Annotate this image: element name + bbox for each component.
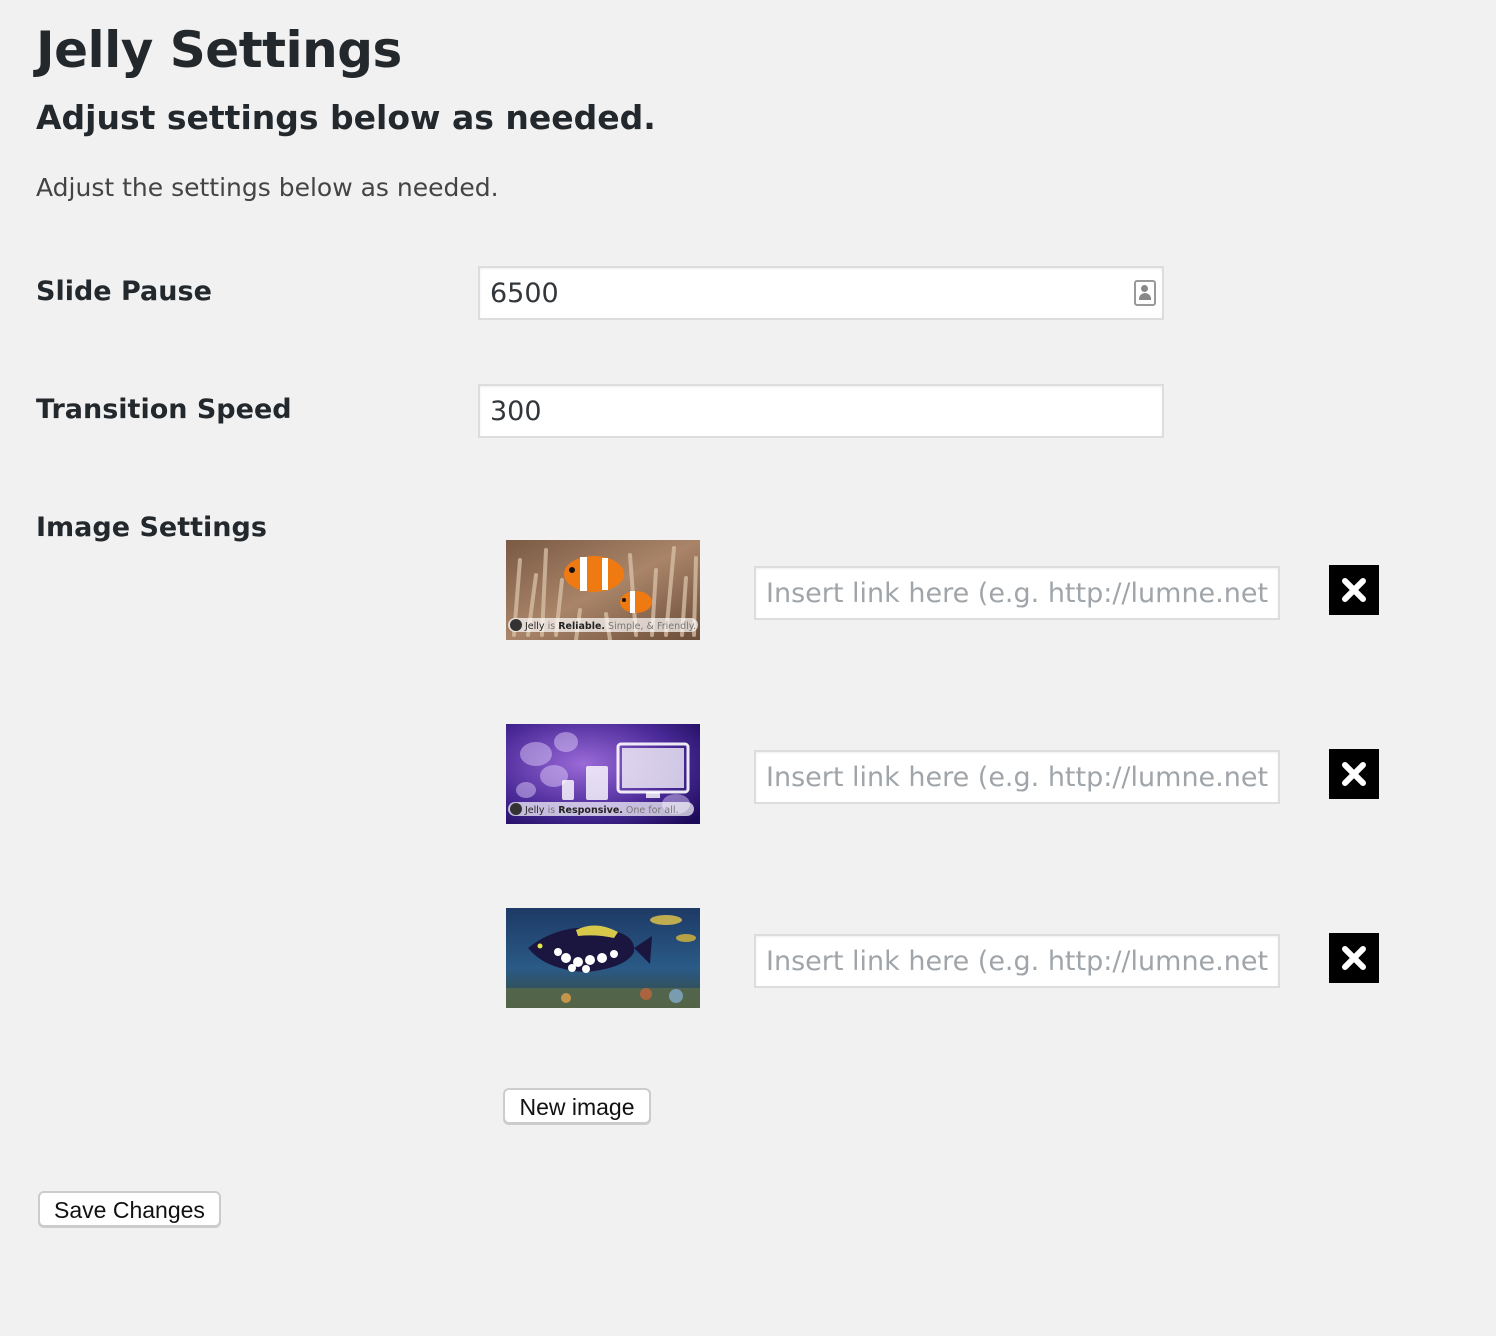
new-image-button[interactable]: New image xyxy=(503,1088,651,1124)
page-title: Jelly Settings xyxy=(36,21,402,79)
image-settings-label: Image Settings xyxy=(36,512,267,543)
slide-pause-input[interactable] xyxy=(478,266,1164,320)
svg-text:Jelly is Reliable.: Jelly is Reliable. Simple, & Friendly. xyxy=(524,621,696,632)
slide-pause-label: Slide Pause xyxy=(36,276,212,307)
contact-card-icon[interactable] xyxy=(1134,280,1156,306)
image-thumbnail-jellyfish: Jelly is Responsive. One for all. xyxy=(506,724,700,824)
caption-highlight: Responsive. xyxy=(558,805,623,816)
save-changes-button[interactable]: Save Changes xyxy=(38,1191,221,1227)
caption-is: is xyxy=(548,621,556,632)
svg-text:Jelly is Responsiv: Jelly is Responsive. One for all. xyxy=(524,805,679,816)
image-link-input-3[interactable] xyxy=(754,934,1280,988)
intro-text: Adjust the settings below as needed. xyxy=(36,173,499,202)
transition-speed-input[interactable] xyxy=(478,384,1164,438)
caption-brand: Jelly xyxy=(524,805,545,816)
caption-rest: One for all. xyxy=(626,805,679,816)
image-link-input-2[interactable] xyxy=(754,750,1280,804)
remove-image-button-1[interactable] xyxy=(1329,565,1379,615)
close-icon xyxy=(1342,578,1366,602)
image-thumbnail-clownfish: Jelly is Reliable. Simple, & Friendly. xyxy=(506,540,700,640)
remove-image-button-2[interactable] xyxy=(1329,749,1379,799)
image-thumbnail-triggerfish xyxy=(506,908,700,1008)
caption-rest: Simple, & Friendly. xyxy=(608,621,696,632)
caption-highlight: Reliable. xyxy=(558,621,605,632)
remove-image-button-3[interactable] xyxy=(1329,933,1379,983)
section-title: Adjust settings below as needed. xyxy=(36,98,656,137)
image-link-input-1[interactable] xyxy=(754,566,1280,620)
caption-is: is xyxy=(548,805,556,816)
caption-brand: Jelly xyxy=(524,621,545,632)
transition-speed-label: Transition Speed xyxy=(36,394,292,425)
close-icon xyxy=(1342,946,1366,970)
close-icon xyxy=(1342,762,1366,786)
